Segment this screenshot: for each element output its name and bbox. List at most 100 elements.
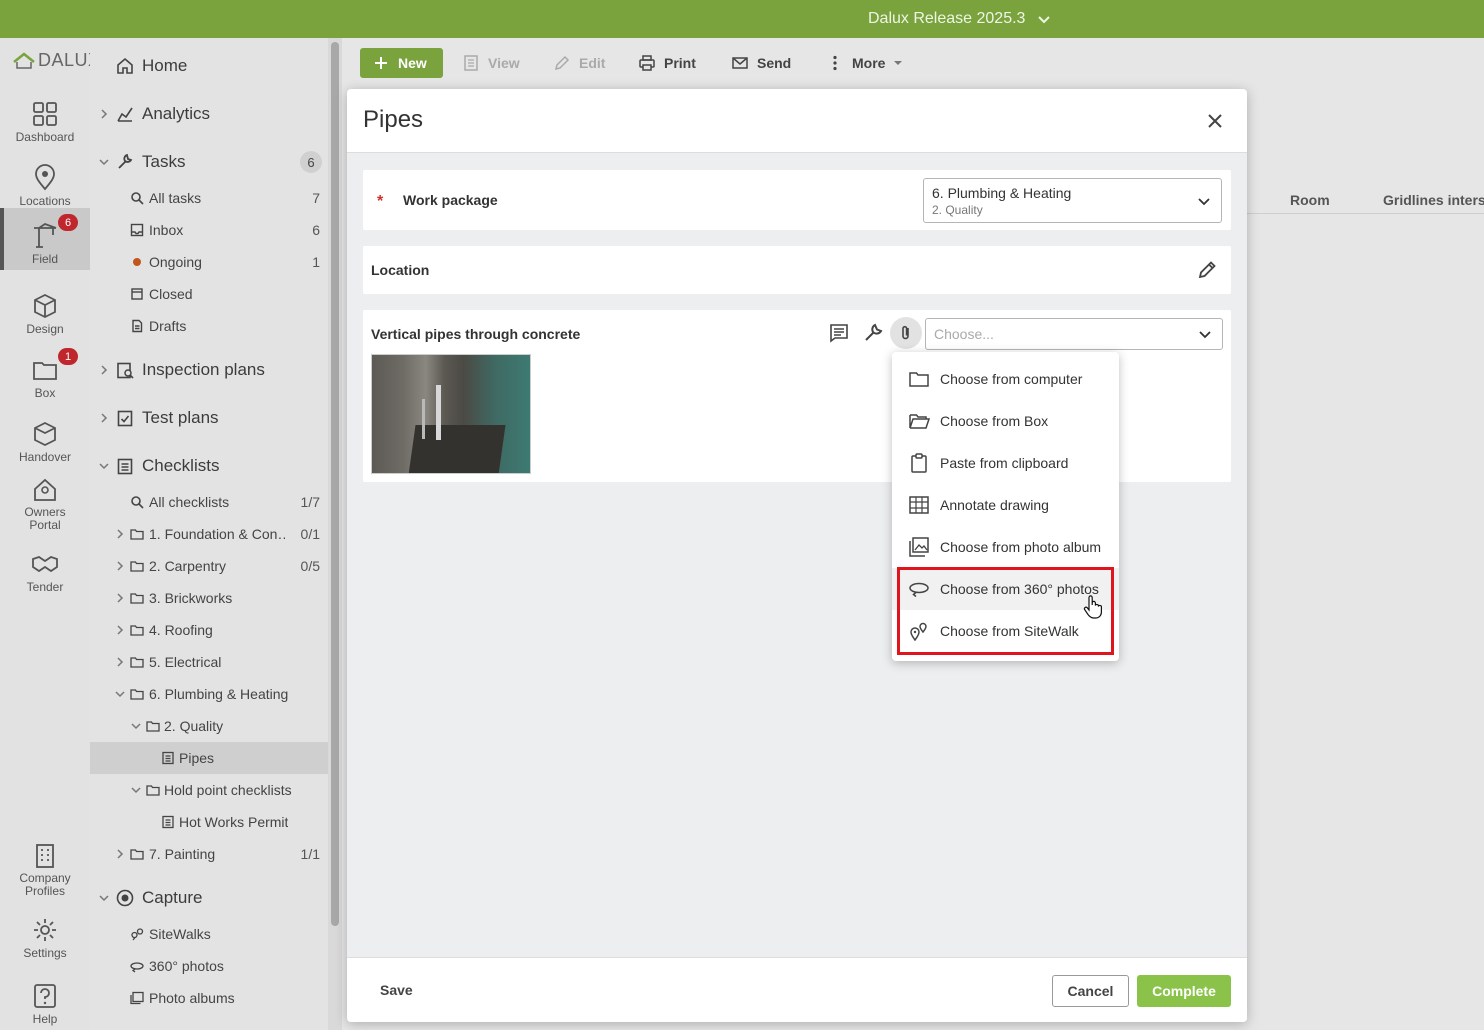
- chevron-right-icon: [117, 657, 124, 667]
- cancel-button[interactable]: Cancel: [1052, 975, 1129, 1007]
- chevron-right-icon: [101, 109, 108, 119]
- menu-item-paste-from-clipboard[interactable]: Paste from clipboard: [892, 442, 1119, 484]
- envelope-icon: [732, 57, 748, 69]
- nav-label: 360° photos: [149, 958, 224, 974]
- nav-photo-albums[interactable]: Photo albums: [90, 982, 328, 1014]
- save-button[interactable]: Save: [363, 975, 430, 1005]
- dashboard-icon: [33, 102, 57, 126]
- item-status-select[interactable]: Choose...: [925, 318, 1223, 350]
- close-icon[interactable]: [1205, 111, 1225, 131]
- attached-photo-thumbnail[interactable]: [371, 354, 531, 474]
- chevron-right-icon: [101, 365, 108, 375]
- column-header-gridlines[interactable]: Gridlines interse: [1383, 192, 1484, 208]
- nav-folder-hold-point[interactable]: Hold point checklists: [90, 774, 328, 806]
- nav-folder-carpentry[interactable]: 2. Carpentry 0/5: [90, 550, 328, 582]
- chevron-right-icon: [117, 561, 124, 571]
- attachment-button[interactable]: [890, 317, 922, 349]
- rail-label: Design: [26, 322, 64, 336]
- rail-box[interactable]: 1 Box: [0, 342, 90, 404]
- rail-handover[interactable]: Handover: [0, 406, 90, 468]
- nav-inbox[interactable]: Inbox 6: [90, 214, 328, 246]
- rail-design[interactable]: Design: [0, 278, 90, 340]
- chart-icon: [117, 107, 133, 122]
- rail-tender[interactable]: Tender: [0, 540, 90, 598]
- nav-capture[interactable]: Capture: [90, 882, 328, 914]
- send-label: Send: [757, 55, 792, 71]
- building-icon: [36, 844, 54, 868]
- menu-item-label: Annotate drawing: [940, 497, 1049, 513]
- chevron-right-icon: [117, 849, 124, 859]
- nav-checklists[interactable]: Checklists: [90, 450, 328, 482]
- nav-checklist-hot-works[interactable]: Hot Works Permit: [90, 806, 328, 838]
- nav-folder-quality[interactable]: 2. Quality: [90, 710, 328, 742]
- pencil-icon[interactable]: [1196, 259, 1218, 281]
- paperclip-icon: [902, 325, 909, 340]
- rail-settings[interactable]: Settings: [0, 904, 90, 964]
- nav-folder-foundation[interactable]: 1. Foundation & Con… 0/1: [90, 518, 328, 550]
- chevron-right-icon: [101, 413, 108, 423]
- view-button[interactable]: View: [462, 48, 520, 78]
- work-package-select[interactable]: 6. Plumbing & Heating 2. Quality: [923, 178, 1222, 223]
- menu-item-label: Choose from computer: [940, 371, 1083, 387]
- rail-dashboard[interactable]: Dashboard: [0, 86, 90, 148]
- home-icon: [117, 57, 133, 74]
- print-button[interactable]: Print: [638, 48, 696, 78]
- nav-folder-brickworks[interactable]: 3. Brickworks: [90, 582, 328, 614]
- caret-down-icon: [894, 61, 903, 65]
- rail-owners-portal[interactable]: Owners Portal: [0, 470, 90, 536]
- nav-sitewalks[interactable]: SiteWalks: [90, 918, 328, 950]
- nav-ongoing[interactable]: Ongoing 1: [90, 246, 328, 278]
- chevron-down-icon: [115, 691, 125, 698]
- inspection-clipboard-icon: [117, 362, 134, 379]
- nav-label: Closed: [149, 286, 193, 302]
- kebab-menu-icon: [833, 55, 837, 71]
- rail-help[interactable]: Help: [0, 968, 90, 1030]
- wrench-icon[interactable]: [862, 322, 884, 344]
- nav-folder-roofing[interactable]: 4. Roofing: [90, 614, 328, 646]
- nav-checklist-pipes[interactable]: Pipes: [90, 742, 328, 774]
- rail-label: Portal: [29, 518, 61, 532]
- dialog-header: Pipes: [347, 89, 1247, 153]
- comment-icon[interactable]: [828, 322, 850, 344]
- send-button[interactable]: Send: [731, 48, 791, 78]
- menu-item-choose-from-computer[interactable]: Choose from computer: [892, 358, 1119, 400]
- nav-scrollbar-thumb[interactable]: [331, 42, 339, 926]
- nav-analytics[interactable]: Analytics: [90, 98, 328, 130]
- rail-company-profiles[interactable]: Company Profiles: [0, 836, 90, 902]
- nav-360-photos[interactable]: 360° photos: [90, 950, 328, 982]
- folder-icon: [146, 785, 160, 796]
- project-selector[interactable]: Dalux Release 2025.3: [868, 0, 1051, 38]
- complete-button[interactable]: Complete: [1137, 975, 1231, 1007]
- nav-closed[interactable]: Closed: [90, 278, 328, 310]
- nav-all-checklists[interactable]: All checklists 1/7: [90, 486, 328, 518]
- nav-label: Pipes: [179, 750, 215, 766]
- nav-folder-painting[interactable]: 7. Painting 1/1: [90, 838, 328, 870]
- 360-photo-icon: [130, 962, 144, 973]
- more-button[interactable]: More: [826, 48, 903, 78]
- nav-drafts[interactable]: Drafts: [90, 310, 328, 342]
- print-label: Print: [664, 55, 696, 71]
- nav-label: SiteWalks: [149, 926, 211, 942]
- menu-item-annotate-drawing[interactable]: Annotate drawing: [892, 484, 1119, 526]
- draft-document-icon: [132, 319, 143, 333]
- nav-test-plans[interactable]: Test plans: [90, 402, 328, 434]
- nav-folder-plumbing[interactable]: 6. Plumbing & Heating: [90, 678, 328, 710]
- menu-item-choose-from-box[interactable]: Choose from Box: [892, 400, 1119, 442]
- nav-all-tasks[interactable]: All tasks 7: [90, 182, 328, 214]
- column-header-room[interactable]: Room: [1290, 192, 1330, 208]
- chevron-down-icon: [1038, 16, 1051, 24]
- rail-locations[interactable]: Locations: [0, 150, 90, 212]
- menu-item-choose-from-photo-album[interactable]: Choose from photo album: [892, 526, 1119, 568]
- new-button[interactable]: New: [360, 48, 443, 78]
- nav-home[interactable]: Home: [90, 50, 328, 82]
- nav-inspection-plans[interactable]: Inspection plans: [90, 354, 328, 386]
- nav-count: 6: [312, 222, 320, 238]
- nav-tasks[interactable]: Tasks 6: [90, 146, 328, 178]
- menu-item-label: Paste from clipboard: [940, 455, 1069, 471]
- folder-icon: [146, 721, 160, 732]
- required-asterisk: *: [377, 193, 384, 210]
- edit-button[interactable]: Edit: [553, 48, 605, 78]
- folder-icon: [909, 372, 929, 387]
- rail-field[interactable]: 6 Field: [0, 208, 90, 270]
- nav-folder-electrical[interactable]: 5. Electrical: [90, 646, 328, 678]
